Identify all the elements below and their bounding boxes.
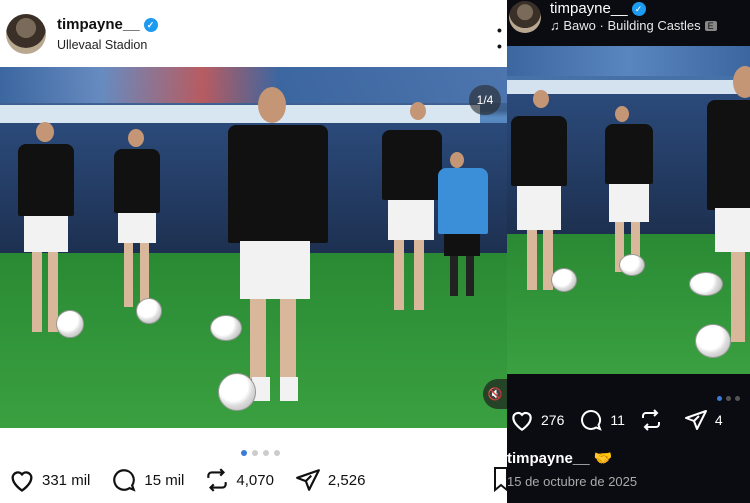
explicit-badge: E	[704, 21, 717, 31]
bookmark-icon[interactable]	[493, 466, 507, 497]
ball	[56, 310, 84, 338]
username-text[interactable]: timpayne__	[57, 16, 140, 33]
pager-dot[interactable]	[726, 396, 731, 401]
like-count: 276	[541, 412, 565, 428]
like-count: 331 mil	[42, 471, 91, 489]
pager-dot[interactable]	[735, 396, 740, 401]
post-image[interactable]	[507, 46, 750, 374]
action-bar: 276 11 4	[509, 408, 737, 432]
location[interactable]: Ullevaal Stadion	[57, 38, 147, 52]
ball	[218, 373, 256, 411]
post-header: timpayne__ ✓ Ullevaal Stadion • •	[0, 0, 507, 66]
caption-username[interactable]: timpayne__	[507, 450, 590, 467]
pager-dot[interactable]	[274, 450, 280, 456]
carousel-pager	[241, 443, 285, 456]
comment-icon	[581, 409, 603, 431]
post-header: timpayne__ ✓ ♫ Bawo · Building Castles E	[507, 0, 750, 46]
pager-dot[interactable]	[241, 450, 247, 456]
repost-icon	[641, 409, 660, 431]
ball	[136, 298, 162, 324]
ball	[210, 315, 242, 341]
stadium-banner	[0, 105, 480, 123]
carousel-counter: 1/4	[469, 85, 501, 115]
pager-dot[interactable]	[263, 450, 269, 456]
post-image[interactable]: 1/4 🔇	[0, 67, 507, 428]
heart-icon	[512, 411, 532, 432]
username-text[interactable]: timpayne__	[550, 0, 628, 17]
like-button[interactable]: 331 mil	[8, 467, 90, 493]
comment-count: 11	[610, 412, 625, 428]
comment-button[interactable]: 11	[578, 408, 625, 432]
like-button[interactable]: 276	[509, 408, 564, 432]
send-icon	[684, 410, 707, 430]
comment-icon	[113, 469, 136, 492]
verified-badge-icon: ✓	[631, 2, 646, 16]
avatar[interactable]	[509, 1, 541, 33]
post-left: timpayne__ ✓ Ullevaal Stadion • • 1/4 🔇 …	[0, 0, 507, 503]
action-bar: 331 mil 15 mil 4,070 2,526	[8, 464, 385, 496]
post-date: 15 de octubre de 2025	[507, 474, 638, 489]
more-options-icon[interactable]: • •	[497, 22, 507, 54]
repost-button[interactable]: 4,070	[204, 467, 274, 493]
repost-button[interactable]	[639, 408, 669, 432]
music-note-icon: ♫	[550, 18, 560, 33]
comment-count: 15 mil	[144, 471, 185, 489]
username[interactable]: timpayne__ ✓	[550, 0, 646, 17]
carousel-pager	[717, 388, 744, 406]
verified-badge-icon: ✓	[143, 18, 158, 32]
music-title: Bawo · Building Castles	[563, 18, 701, 33]
handshake-emoji: 🤝	[593, 450, 613, 467]
share-button[interactable]: 2,526	[294, 467, 366, 493]
ball	[695, 324, 731, 358]
comment-button[interactable]: 15 mil	[110, 467, 184, 493]
stadium-crowd	[507, 46, 750, 76]
ball	[551, 268, 577, 292]
mute-icon[interactable]: 🔇	[483, 379, 507, 409]
pager-dot[interactable]	[717, 396, 722, 401]
post-right: timpayne__✓ ♫ Bawo · Building CastlesE	[507, 0, 750, 503]
share-count: 4	[714, 412, 723, 428]
send-icon	[296, 469, 320, 491]
avatar[interactable]	[6, 14, 46, 54]
share-button[interactable]: 4	[683, 408, 723, 432]
ball	[689, 272, 723, 296]
share-count: 2,526	[327, 471, 366, 489]
caption: timpayne__ 🤝	[507, 449, 612, 467]
username[interactable]: timpayne__ ✓	[57, 16, 158, 33]
heart-icon	[11, 471, 33, 492]
ball	[619, 254, 645, 276]
repost-icon	[207, 468, 228, 492]
repost-count: 4,070	[236, 471, 274, 489]
stadium-crowd	[0, 67, 507, 103]
pager-dot[interactable]	[252, 450, 258, 456]
music-info[interactable]: ♫ Bawo · Building Castles E	[550, 18, 717, 33]
